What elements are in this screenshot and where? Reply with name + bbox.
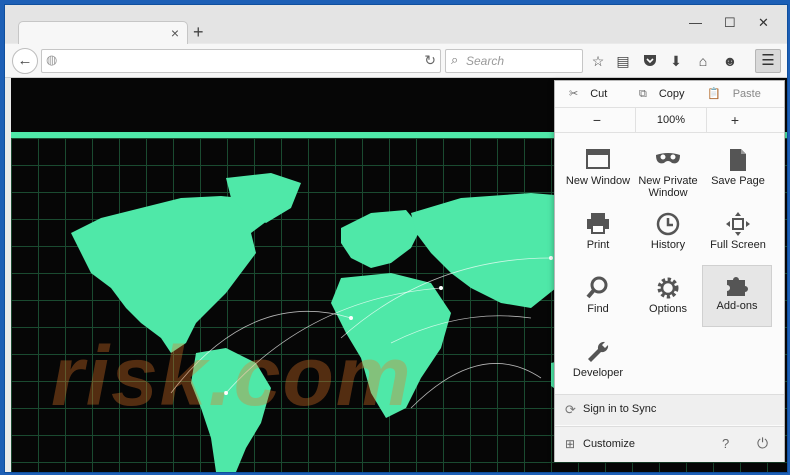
private-mask-icon bbox=[633, 147, 703, 175]
history-clock-icon bbox=[633, 211, 703, 239]
save-page-icon bbox=[703, 147, 773, 175]
browser-tab[interactable]: × bbox=[18, 21, 188, 46]
customize-plus-icon: ⊞ bbox=[565, 437, 576, 451]
options-button[interactable]: Options bbox=[633, 269, 703, 331]
copy-button[interactable]: ⧉ Copy bbox=[639, 81, 685, 107]
new-window-icon bbox=[563, 147, 633, 175]
edit-controls: ✂ Cut ⧉ Copy 📋 Paste bbox=[555, 81, 784, 108]
nav-toolbar: ← ◍ ↻ ⌕ Search ☆ ▤ ⬇ ⌂ ☻ ☰ bbox=[5, 44, 787, 78]
reload-icon[interactable]: ↻ bbox=[424, 52, 436, 69]
tab-strip: × + — ☐ ✕ bbox=[5, 5, 787, 46]
zoom-out-button[interactable]: − bbox=[577, 108, 617, 132]
sign-in-to-sync-button[interactable]: ⟳ Sign in to Sync bbox=[555, 394, 784, 425]
new-tab-button[interactable]: + bbox=[193, 22, 204, 42]
developer-button[interactable]: Developer bbox=[563, 333, 633, 395]
close-tab-icon[interactable]: × bbox=[171, 25, 179, 41]
customize-footer: ⊞ Customize ? ⏻ bbox=[555, 426, 784, 462]
close-window-button[interactable]: ✕ bbox=[758, 15, 769, 31]
back-button[interactable]: ← bbox=[12, 48, 38, 74]
help-icon[interactable]: ? bbox=[722, 436, 729, 451]
reading-list-icon[interactable]: ▤ bbox=[614, 53, 632, 69]
printer-icon bbox=[563, 211, 633, 239]
watermark-text: risk.com bbox=[51, 329, 413, 423]
home-icon[interactable]: ⌂ bbox=[694, 53, 712, 69]
sync-icon: ⟳ bbox=[565, 402, 576, 417]
puzzle-icon bbox=[703, 272, 771, 300]
zoom-controls: − 100% + bbox=[555, 108, 784, 133]
find-magnifier-icon bbox=[563, 275, 633, 303]
clipboard-icon: 📋 bbox=[707, 88, 721, 100]
history-button[interactable]: History bbox=[633, 205, 703, 267]
add-ons-button[interactable]: Add-ons bbox=[702, 265, 772, 327]
search-icon: ⌕ bbox=[451, 52, 459, 67]
find-button[interactable]: Find bbox=[563, 269, 633, 331]
maximize-button[interactable]: ☐ bbox=[724, 15, 736, 31]
new-window-button[interactable]: New Window bbox=[563, 141, 633, 203]
gear-icon bbox=[633, 275, 703, 303]
print-button[interactable]: Print bbox=[563, 205, 633, 267]
page-scrollbar[interactable] bbox=[785, 78, 787, 472]
full-screen-button[interactable]: Full Screen bbox=[703, 205, 773, 267]
star-icon[interactable]: ☆ bbox=[589, 53, 607, 69]
minimize-button[interactable]: — bbox=[689, 15, 702, 30]
zoom-reset-button[interactable]: 100% bbox=[635, 108, 707, 132]
wrench-icon bbox=[563, 339, 633, 367]
main-menu-panel: ✂ Cut ⧉ Copy 📋 Paste − 100% + New Window Ne… bbox=[554, 80, 785, 462]
open-menu-button[interactable]: ☰ bbox=[755, 49, 781, 73]
scissors-icon: ✂ bbox=[569, 88, 579, 100]
fullscreen-icon bbox=[703, 211, 773, 239]
customize-button[interactable]: Customize bbox=[583, 438, 635, 450]
power-icon[interactable]: ⏻ bbox=[757, 435, 768, 452]
zoom-in-button[interactable]: + bbox=[715, 108, 755, 132]
browser-window: × + — ☐ ✕ ← ◍ ↻ ⌕ Search ☆ ▤ ⬇ ⌂ ☻ ☰ ris… bbox=[4, 4, 788, 473]
download-icon[interactable]: ⬇ bbox=[667, 53, 685, 69]
copy-icon: ⧉ bbox=[639, 88, 647, 100]
save-page-button[interactable]: Save Page bbox=[703, 141, 773, 203]
cut-button[interactable]: ✂ Cut bbox=[569, 81, 607, 107]
new-private-window-button[interactable]: New Private Window bbox=[633, 141, 703, 203]
globe-icon: ◍ bbox=[46, 52, 58, 67]
search-placeholder: Search bbox=[466, 54, 505, 68]
url-bar[interactable]: ◍ ↻ bbox=[41, 49, 441, 73]
pocket-icon[interactable] bbox=[641, 53, 659, 70]
hello-icon[interactable]: ☻ bbox=[721, 53, 739, 69]
paste-button[interactable]: 📋 Paste bbox=[707, 81, 761, 107]
search-input[interactable]: ⌕ Search bbox=[445, 49, 583, 73]
